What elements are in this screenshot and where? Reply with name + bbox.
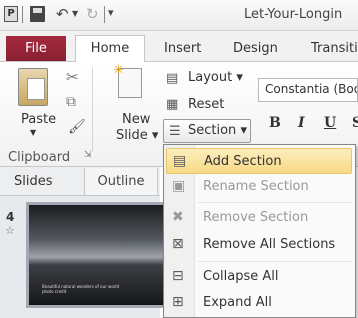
menu-item-label: Rename Section	[203, 179, 309, 194]
section-button-label[interactable]: Section ▾	[188, 123, 247, 138]
redo-icon[interactable]: ↻	[86, 5, 99, 23]
tab-transitions[interactable]: Transiti	[311, 41, 358, 56]
menu-item-label: Collapse All	[203, 269, 279, 284]
menu-item-label: Expand All	[203, 295, 272, 310]
tab-insert[interactable]: Insert	[164, 41, 201, 56]
menu-separator	[198, 261, 352, 262]
format-painter-icon[interactable]: 🖌	[68, 119, 86, 135]
dialog-launcher-icon[interactable]: ⇲	[84, 150, 92, 160]
qat-separator	[104, 6, 105, 23]
copy-icon[interactable]: ⧉	[66, 94, 76, 110]
menu-item-collapse-all[interactable]: ⊟ Collapse All	[166, 264, 352, 290]
powerpoint-icon[interactable]: P	[4, 6, 18, 22]
tab-file[interactable]: File	[6, 36, 66, 61]
tab-home[interactable]: Home	[75, 35, 145, 62]
undo-dropdown-icon[interactable]: ▼	[72, 9, 78, 18]
menu-item-expand-all[interactable]: ⊞ Expand All	[166, 290, 352, 316]
tab-design[interactable]: Design	[233, 41, 278, 56]
section-icon[interactable]: ☰	[169, 124, 181, 139]
reset-icon[interactable]: ▦	[166, 97, 178, 112]
underline-button[interactable]: U	[324, 115, 336, 131]
menu-item-rename-section[interactable]: ▣ Rename Section	[166, 174, 352, 200]
layout-button[interactable]: Layout ▾	[188, 70, 243, 85]
tab-slides[interactable]: Slides	[14, 174, 53, 189]
paste-icon[interactable]	[18, 68, 48, 106]
qat-separator	[22, 6, 23, 23]
italic-button[interactable]: I	[298, 115, 305, 131]
menu-item-add-section[interactable]: ▤ Add Section	[166, 148, 352, 174]
expand-all-icon: ⊞	[172, 294, 184, 310]
new-slide-label-line2[interactable]: Slide ▾	[116, 128, 158, 143]
new-slide-icon[interactable]	[113, 63, 142, 98]
rename-section-icon: ▣	[172, 178, 186, 194]
group-separator	[92, 68, 93, 152]
cut-icon[interactable]: ✂	[66, 68, 79, 86]
tab-outline[interactable]: Outline	[84, 168, 158, 195]
paste-dropdown-icon[interactable]: ▼	[30, 128, 36, 137]
remove-all-sections-icon: ⊠	[172, 236, 184, 252]
slide-number: 4	[6, 210, 15, 224]
remove-section-icon: ✖	[172, 209, 184, 225]
thumbnail-text: photo credit	[42, 289, 67, 294]
menu-item-label: Remove Section	[203, 210, 309, 225]
layout-icon[interactable]: ▤	[166, 71, 178, 86]
menu-item-label: Add Section	[204, 154, 282, 169]
new-slide-label[interactable]: New	[122, 112, 150, 127]
menu-item-remove-section[interactable]: ✖ Remove Section	[166, 205, 352, 231]
save-icon[interactable]	[30, 6, 45, 22]
collapse-all-icon: ⊟	[172, 268, 184, 284]
undo-icon[interactable]: ↶	[56, 5, 72, 23]
menu-item-label: Remove All Sections	[203, 237, 336, 252]
menu-separator	[198, 202, 352, 203]
add-section-icon: ▤	[173, 153, 187, 169]
reset-button[interactable]: Reset	[188, 97, 224, 112]
customize-qat-icon[interactable]: ▾	[108, 6, 114, 19]
font-name-input[interactable]: Constantia (Boo	[258, 78, 358, 102]
clipboard-group-label: Clipboard	[8, 150, 71, 165]
transition-star-icon: ☆	[5, 224, 15, 237]
strikethrough-button[interactable]: S	[352, 115, 358, 131]
menu-item-remove-all-sections[interactable]: ⊠ Remove All Sections	[166, 232, 352, 258]
bold-button[interactable]: B	[269, 115, 281, 131]
paste-button-label[interactable]: Paste	[21, 112, 56, 127]
document-title: Let-Your-Longin	[244, 7, 343, 22]
